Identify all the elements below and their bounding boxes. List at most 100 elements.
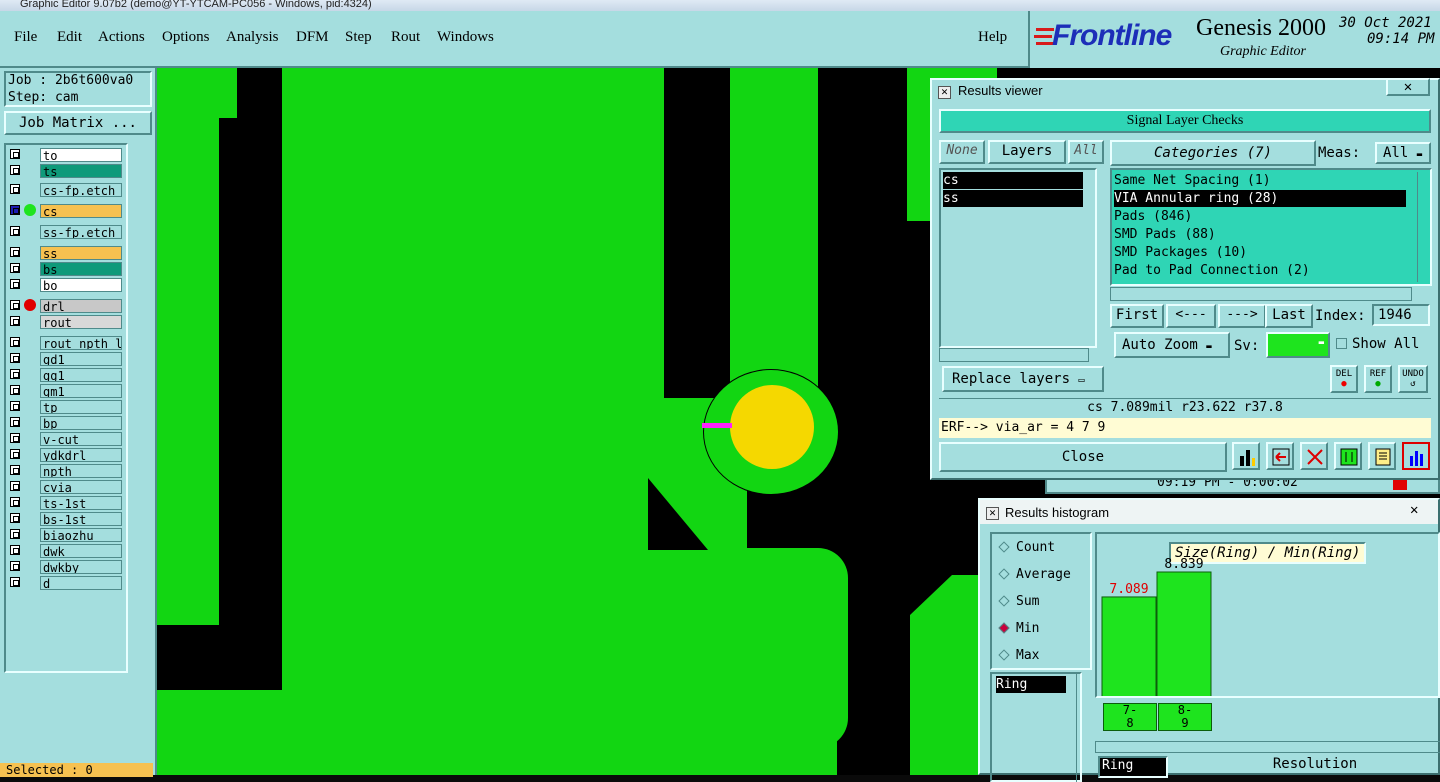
layer-checkbox[interactable]	[10, 385, 20, 395]
category-item[interactable]: Pads (846)	[1114, 208, 1406, 225]
reference-button[interactable]: REF ●	[1364, 365, 1392, 393]
menu-dfm[interactable]: DFM	[296, 29, 329, 46]
close-window-icon[interactable]: ✕	[1410, 502, 1418, 518]
layer-checkbox[interactable]	[10, 481, 20, 491]
layer-checkbox[interactable]	[10, 417, 20, 427]
categories-list[interactable]: Same Net Spacing (1) VIA Annular ring (28…	[1110, 168, 1432, 286]
replace-layers-button[interactable]: Replace layers ▭	[942, 366, 1104, 392]
layer-row[interactable]: dwk	[8, 544, 124, 558]
layer-row[interactable]: rout	[8, 315, 124, 329]
layer-checkbox[interactable]	[10, 226, 20, 236]
layer-row[interactable]: gd1	[8, 352, 124, 366]
category-item[interactable]: Pad to Pad Connection (2)	[1114, 262, 1406, 279]
category-item[interactable]: SMD Packages (10)	[1114, 244, 1406, 261]
aggregate-option-count[interactable]: Count	[998, 540, 1055, 555]
category-item[interactable]: VIA Annular ring (28)	[1114, 190, 1406, 207]
histogram-bin-label[interactable]: 8- 9	[1158, 703, 1212, 731]
layer-row[interactable]: bs	[8, 262, 124, 276]
histogram-bar[interactable]	[1101, 596, 1157, 696]
all-button[interactable]: All	[1068, 140, 1104, 164]
sort-icon[interactable]	[1334, 442, 1362, 470]
job-matrix-button[interactable]: Job Matrix ...	[4, 111, 152, 135]
layer-row[interactable]: ss-fp.etch	[8, 225, 124, 239]
layer-checkbox[interactable]	[10, 165, 20, 175]
layer-row[interactable]: gg1	[8, 368, 124, 382]
prev-button[interactable]: <---	[1166, 304, 1216, 328]
layer-checkbox[interactable]	[10, 513, 20, 523]
layer-checkbox[interactable]	[10, 205, 20, 215]
layer-checkbox[interactable]	[10, 561, 20, 571]
menu-rout[interactable]: Rout	[391, 29, 420, 46]
layer-row[interactable]: cs-fp.etch	[8, 183, 124, 197]
meas-select[interactable]: All ▬	[1375, 142, 1431, 164]
layer-row[interactable]: rout_npth_la	[8, 336, 124, 350]
histogram-icon[interactable]	[1402, 442, 1430, 470]
layer-checkbox[interactable]	[10, 279, 20, 289]
layer-checkbox[interactable]	[10, 465, 20, 475]
histogram-list[interactable]: Ring	[990, 672, 1082, 782]
window-menu-icon[interactable]: ✕	[986, 507, 999, 520]
layer-checkbox[interactable]	[10, 247, 20, 257]
layer-row[interactable]: to	[8, 148, 124, 162]
list-item[interactable]: cs	[943, 172, 1083, 189]
close-window-icon[interactable]: ✕	[1386, 78, 1430, 96]
menu-options[interactable]: Options	[162, 29, 210, 46]
undo-button[interactable]: UNDO ↺	[1398, 365, 1428, 393]
menu-analysis[interactable]: Analysis	[226, 29, 279, 46]
layer-row[interactable]: cs	[8, 204, 124, 218]
layer-checkbox[interactable]	[10, 149, 20, 159]
layer-row[interactable]: dwkby	[8, 560, 124, 574]
erf-icon[interactable]	[1300, 442, 1328, 470]
category-item[interactable]: Same Net Spacing (1)	[1114, 172, 1406, 189]
histogram-hscrollbar[interactable]	[1095, 741, 1440, 753]
menu-windows[interactable]: Windows	[437, 29, 494, 46]
layer-checkbox[interactable]	[10, 369, 20, 379]
layer-checkbox[interactable]	[10, 263, 20, 273]
layer-checkbox[interactable]	[10, 545, 20, 555]
first-button[interactable]: First	[1110, 304, 1164, 328]
show-all-checkbox[interactable]	[1336, 338, 1347, 349]
aggregate-option-max[interactable]: Max	[998, 648, 1039, 663]
layer-checkbox[interactable]	[10, 300, 20, 310]
layers-list[interactable]: cs ss	[939, 168, 1097, 348]
categories-vscrollbar[interactable]	[1417, 172, 1428, 282]
aggregate-option-sum[interactable]: Sum	[998, 594, 1039, 609]
report-icon[interactable]	[1368, 442, 1396, 470]
violation-marker[interactable]	[702, 423, 732, 428]
menu-help[interactable]: Help	[978, 29, 1007, 46]
layer-row[interactable]: gm1	[8, 384, 124, 398]
sv-select[interactable]: ▬	[1266, 332, 1330, 358]
layer-row[interactable]: bp	[8, 416, 124, 430]
layers-hscrollbar[interactable]	[939, 348, 1089, 362]
aggregate-option-min[interactable]: Min	[998, 621, 1039, 636]
list-item[interactable]: Ring	[996, 676, 1066, 693]
layer-row[interactable]: v-cut	[8, 432, 124, 446]
layer-checkbox[interactable]	[10, 497, 20, 507]
layer-checkbox[interactable]	[10, 529, 20, 539]
next-button[interactable]: --->	[1218, 304, 1266, 328]
menu-file[interactable]: File	[14, 29, 37, 46]
layer-row[interactable]: bs-1st	[8, 512, 124, 526]
delete-button[interactable]: DEL ●	[1330, 365, 1358, 393]
layer-row[interactable]: ss	[8, 246, 124, 260]
close-button[interactable]: Close	[939, 442, 1227, 472]
none-button[interactable]: None	[939, 140, 985, 164]
window-menu-icon[interactable]: ✕	[938, 86, 951, 99]
layer-checkbox[interactable]	[10, 316, 20, 326]
categories-hscrollbar[interactable]	[1110, 287, 1412, 301]
menu-step[interactable]: Step	[345, 29, 372, 46]
layer-row[interactable]: d	[8, 576, 124, 590]
layer-row[interactable]: bo	[8, 278, 124, 292]
export-icon[interactable]	[1266, 442, 1294, 470]
layer-row[interactable]: tp	[8, 400, 124, 414]
auto-zoom-select[interactable]: Auto Zoom ▬	[1114, 332, 1230, 358]
layer-row[interactable]: npth	[8, 464, 124, 478]
list-item[interactable]: ss	[943, 190, 1083, 207]
category-item[interactable]: SMD Pads (88)	[1114, 226, 1406, 243]
layer-row[interactable]: biaozhu	[8, 528, 124, 542]
histogram-list-scrollbar[interactable]	[1076, 672, 1087, 782]
layer-checkbox[interactable]	[10, 353, 20, 363]
layer-checkbox[interactable]	[10, 433, 20, 443]
layer-row[interactable]: cvia	[8, 480, 124, 494]
histogram-bin-label[interactable]: 7- 8	[1103, 703, 1157, 731]
